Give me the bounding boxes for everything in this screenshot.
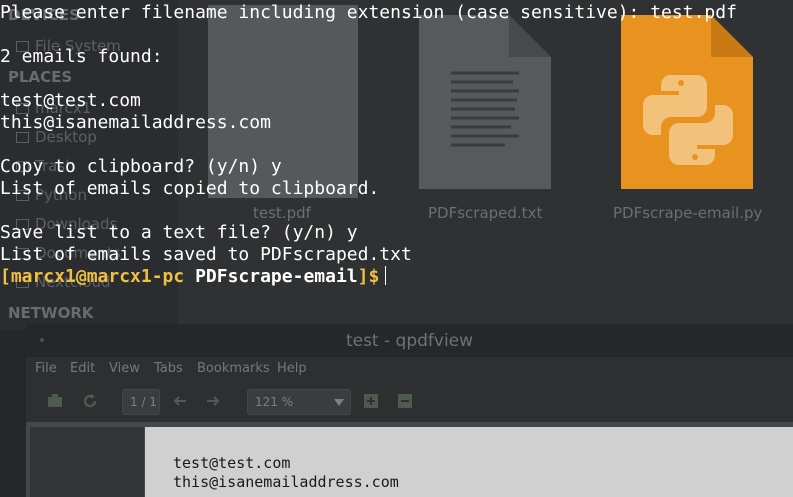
prompt-open-bracket: [ (0, 266, 11, 287)
prompt-user-host: marcx1@marcx1-pc (10, 266, 185, 287)
zoom-value: 121 % (255, 395, 294, 409)
terminal-line: this@isanemailaddress.com (0, 112, 271, 133)
terminal-line: List of emails copied to clipboard. (0, 178, 380, 199)
pdf-text-line: this@isanemailaddress.com (173, 473, 399, 491)
arrow-right-icon[interactable] (205, 393, 221, 409)
menu-file[interactable]: File (35, 361, 57, 376)
pdf-text-line: test@test.com (173, 454, 291, 472)
prompt-close: ]$ (357, 266, 380, 287)
menu-tabs[interactable]: Tabs (154, 361, 183, 376)
menu-bar: File Edit View Tabs Bookmarks Help (26, 357, 793, 382)
terminal-line: List of emails saved to PDFscraped.txt (0, 244, 412, 265)
zoom-out-icon[interactable] (397, 393, 413, 409)
window-title: test - qpdfview (345, 331, 474, 351)
open-icon[interactable] (47, 393, 63, 409)
terminal-line: test@test.com (0, 90, 141, 111)
qpdfview-titlebar[interactable]: test - qpdfview (26, 324, 793, 357)
text-cursor (385, 266, 387, 285)
terminal-line: 2 emails found: (0, 46, 163, 67)
menu-edit[interactable]: Edit (70, 361, 95, 376)
page-number-field[interactable]: 1 / 1 (122, 389, 160, 415)
refresh-icon[interactable] (82, 393, 98, 409)
menu-help[interactable]: Help (277, 361, 307, 376)
zoom-in-icon[interactable] (363, 393, 379, 409)
chevron-down-icon (334, 399, 344, 406)
menu-view[interactable]: View (109, 361, 140, 376)
terminal-line: Please enter filename including extensio… (0, 2, 737, 23)
prompt-directory: PDFscrape-email (195, 266, 358, 287)
zoom-select[interactable]: 121 % (247, 389, 351, 415)
pdf-page[interactable]: test@test.com this@isanemailaddress.com (145, 427, 793, 497)
terminal-line: Copy to clipboard? (y/n) y (0, 156, 282, 177)
toolbar: 1 / 1 121 % (26, 382, 793, 422)
terminal-line: Save list to a text file? (y/n) y (0, 222, 358, 243)
terminal-window[interactable]: Please enter filename including extensio… (0, 0, 793, 330)
thumbnail-sidebar[interactable] (30, 427, 144, 497)
menu-bookmarks[interactable]: Bookmarks (197, 361, 270, 376)
qpdfview-window: test - qpdfview File Edit View Tabs Book… (26, 324, 793, 497)
arrow-left-icon[interactable] (172, 393, 188, 409)
terminal-prompt: [marcx1@marcx1-pc PDFscrape-email]$ (0, 266, 387, 288)
